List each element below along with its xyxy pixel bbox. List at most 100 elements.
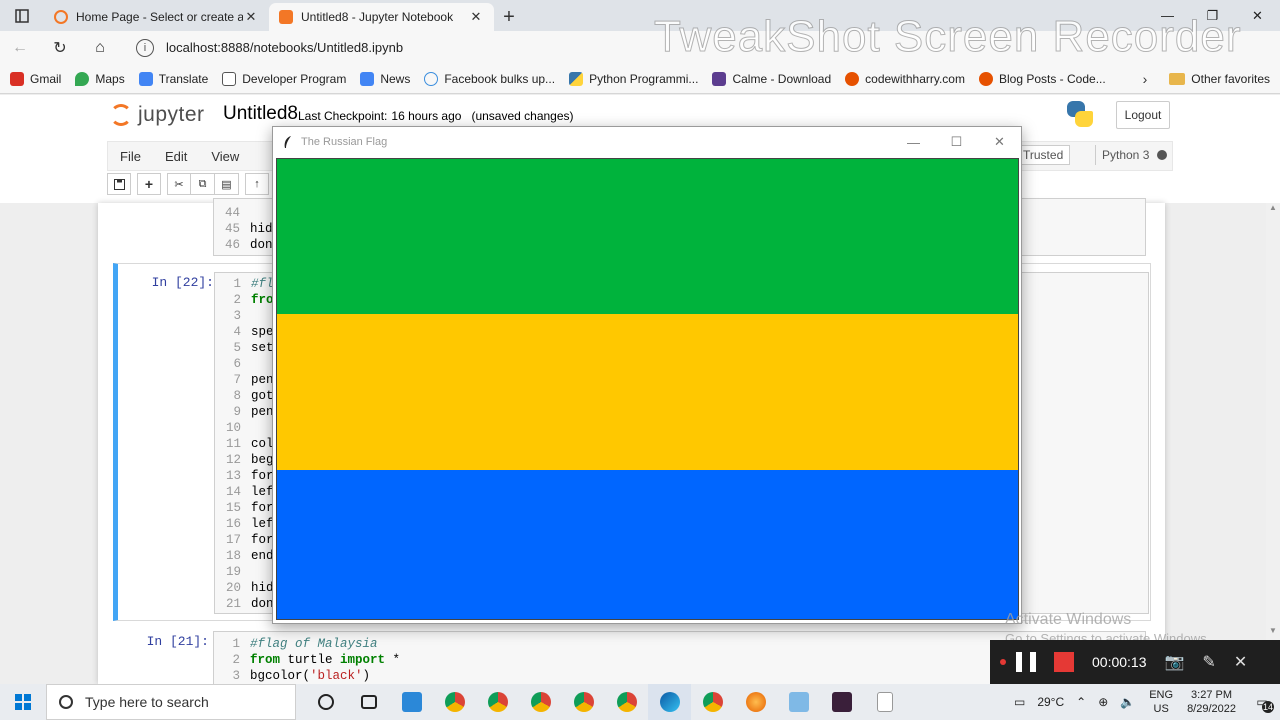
insert-cell-button[interactable]: + (137, 173, 161, 195)
close-window-icon[interactable]: ✕ (978, 127, 1021, 157)
news-icon (360, 71, 375, 86)
code-text: don (250, 238, 273, 252)
bookmark-blog-posts[interactable]: Blog Posts - Code... (978, 71, 1106, 86)
stop-button[interactable] (1054, 652, 1074, 672)
bookmark-facebook[interactable]: Facebook bulks up... (424, 71, 555, 86)
scroll-down-icon[interactable]: ▼ (1266, 626, 1280, 640)
code-text: #fl (251, 277, 274, 291)
close-icon[interactable]: ✕ (1234, 652, 1247, 672)
taskbar-app-recorder[interactable] (820, 684, 863, 720)
notepad-icon (788, 692, 809, 712)
weather-temp[interactable]: 29°C (1037, 695, 1064, 709)
bookmark-news[interactable]: News (360, 71, 410, 86)
turtle-window[interactable]: The Russian Flag — ☐ ✕ (272, 126, 1022, 624)
new-tab-button[interactable]: + (494, 3, 524, 31)
taskbar-app-chrome-6[interactable] (691, 684, 734, 720)
checkpoint-status: Last Checkpoint: 16 hours ago (unsaved cha… (298, 109, 574, 123)
menu-edit[interactable]: Edit (153, 149, 199, 164)
task-view-button[interactable] (347, 684, 390, 720)
weather-icon[interactable]: ▭ (1014, 695, 1025, 709)
menu-view[interactable]: View (199, 149, 251, 164)
taskbar-app-chrome-3[interactable] (519, 684, 562, 720)
language-indicator[interactable]: ENG US (1149, 688, 1173, 716)
camera-icon[interactable]: 📷 (1165, 652, 1185, 672)
taskbar-app-chrome-5[interactable] (605, 684, 648, 720)
paste-button[interactable]: ▤ (215, 173, 239, 195)
calme-icon (712, 71, 727, 86)
bookmark-label: Translate (158, 71, 209, 86)
taskbar-app-chrome-1[interactable] (433, 684, 476, 720)
line-number: 3 (233, 309, 241, 323)
bookmark-maps[interactable]: Maps (75, 71, 125, 86)
jupyter-logo[interactable]: jupyter (110, 103, 205, 127)
bookmark-python[interactable]: Python Programmi... (569, 71, 698, 86)
taskbar-app-file[interactable] (863, 684, 906, 720)
cut-button[interactable]: ✂ (167, 173, 191, 195)
bookmark-developer-program[interactable]: Developer Program (222, 71, 347, 86)
refresh-button[interactable]: ↻ (40, 31, 80, 64)
close-tab-icon[interactable]: ✕ (243, 9, 259, 25)
chevron-right-icon[interactable]: › (1143, 71, 1148, 87)
feather-icon (284, 136, 291, 148)
line-number: 13 (225, 469, 241, 483)
jupyter-orb-icon (110, 104, 132, 126)
annotate-icon[interactable]: ✎ (1202, 652, 1215, 672)
code-text: pen (251, 405, 274, 419)
taskbar-app-firefox[interactable] (734, 684, 777, 720)
menu-file[interactable]: File (108, 149, 153, 164)
taskbar-app-chrome-4[interactable] (562, 684, 605, 720)
line-number: 15 (225, 501, 241, 515)
copy-button[interactable]: ⧉ (191, 173, 215, 195)
taskbar-app-edge[interactable] (648, 684, 691, 720)
clock[interactable]: 3:27 PM 8/29/2022 (1187, 688, 1236, 716)
bookmarks-bar: Gmail Maps Translate Developer Program N… (0, 64, 1280, 94)
browser-tab-notebook[interactable]: Untitled8 - Jupyter Notebook ✕ (269, 3, 494, 31)
code-text: for (251, 533, 274, 547)
cortana-button[interactable] (304, 684, 347, 720)
arrow-up-icon: ↑ (254, 178, 260, 190)
search-placeholder: Type here to search (85, 694, 209, 710)
start-button[interactable] (0, 684, 46, 720)
scroll-up-icon[interactable]: ▲ (1266, 203, 1280, 217)
move-up-button[interactable]: ↑ (245, 173, 269, 195)
save-button[interactable] (107, 173, 131, 195)
tab-title: Home Page - Select or create a n (76, 10, 243, 24)
input-prompt: In [22]: (151, 275, 214, 290)
translate-icon (138, 71, 153, 86)
notifications-button[interactable]: ▭ 14 (1244, 695, 1280, 713)
close-tab-icon[interactable]: ✕ (468, 9, 484, 25)
logout-button[interactable]: Logout (1116, 101, 1170, 129)
bookmark-gmail[interactable]: Gmail (10, 71, 61, 86)
turtle-canvas[interactable] (276, 158, 1019, 620)
turtle-window-titlebar[interactable]: The Russian Flag — ☐ ✕ (273, 127, 1021, 157)
bookmark-translate[interactable]: Translate (138, 71, 209, 86)
bookmark-label: Developer Program (242, 71, 347, 86)
site-info-icon[interactable]: i (136, 38, 154, 57)
trusted-badge[interactable]: Trusted (1016, 145, 1071, 165)
taskbar-app-chrome-2[interactable] (476, 684, 519, 720)
line-number: 2 (233, 293, 241, 307)
maximize-icon[interactable]: ☐ (935, 127, 978, 157)
browser-tab-home[interactable]: Home Page - Select or create a n ✕ (44, 3, 269, 31)
taskbar-app-photos[interactable] (390, 684, 433, 720)
home-button[interactable]: ⌂ (80, 31, 120, 64)
notebook-name[interactable]: Untitled8 (223, 103, 298, 125)
line-number: 16 (225, 517, 241, 531)
volume-icon[interactable]: 🔈 (1120, 695, 1135, 709)
tab-actions-button[interactable] (0, 0, 44, 31)
pause-button[interactable] (1016, 652, 1036, 672)
code-text: lef (251, 517, 274, 531)
bookmark-codewithharry[interactable]: codewithharry.com (845, 71, 965, 86)
other-favorites[interactable]: Other favorites (1169, 72, 1270, 86)
page-scrollbar[interactable]: ▲ ▼ (1266, 203, 1280, 684)
bookmark-calme[interactable]: Calme - Download (712, 71, 831, 86)
bookmark-label: codewithharry.com (865, 71, 965, 86)
taskbar-search[interactable]: Type here to search (46, 684, 296, 720)
taskbar-app-notepad[interactable] (777, 684, 820, 720)
line-number: 14 (225, 485, 241, 499)
jupyter-favicon-icon (279, 10, 293, 24)
network-icon[interactable]: ⊕ (1098, 695, 1108, 709)
chevron-up-icon[interactable]: ⌃ (1076, 695, 1086, 709)
back-button[interactable]: ← (0, 31, 40, 64)
minimize-icon[interactable]: — (892, 127, 935, 157)
